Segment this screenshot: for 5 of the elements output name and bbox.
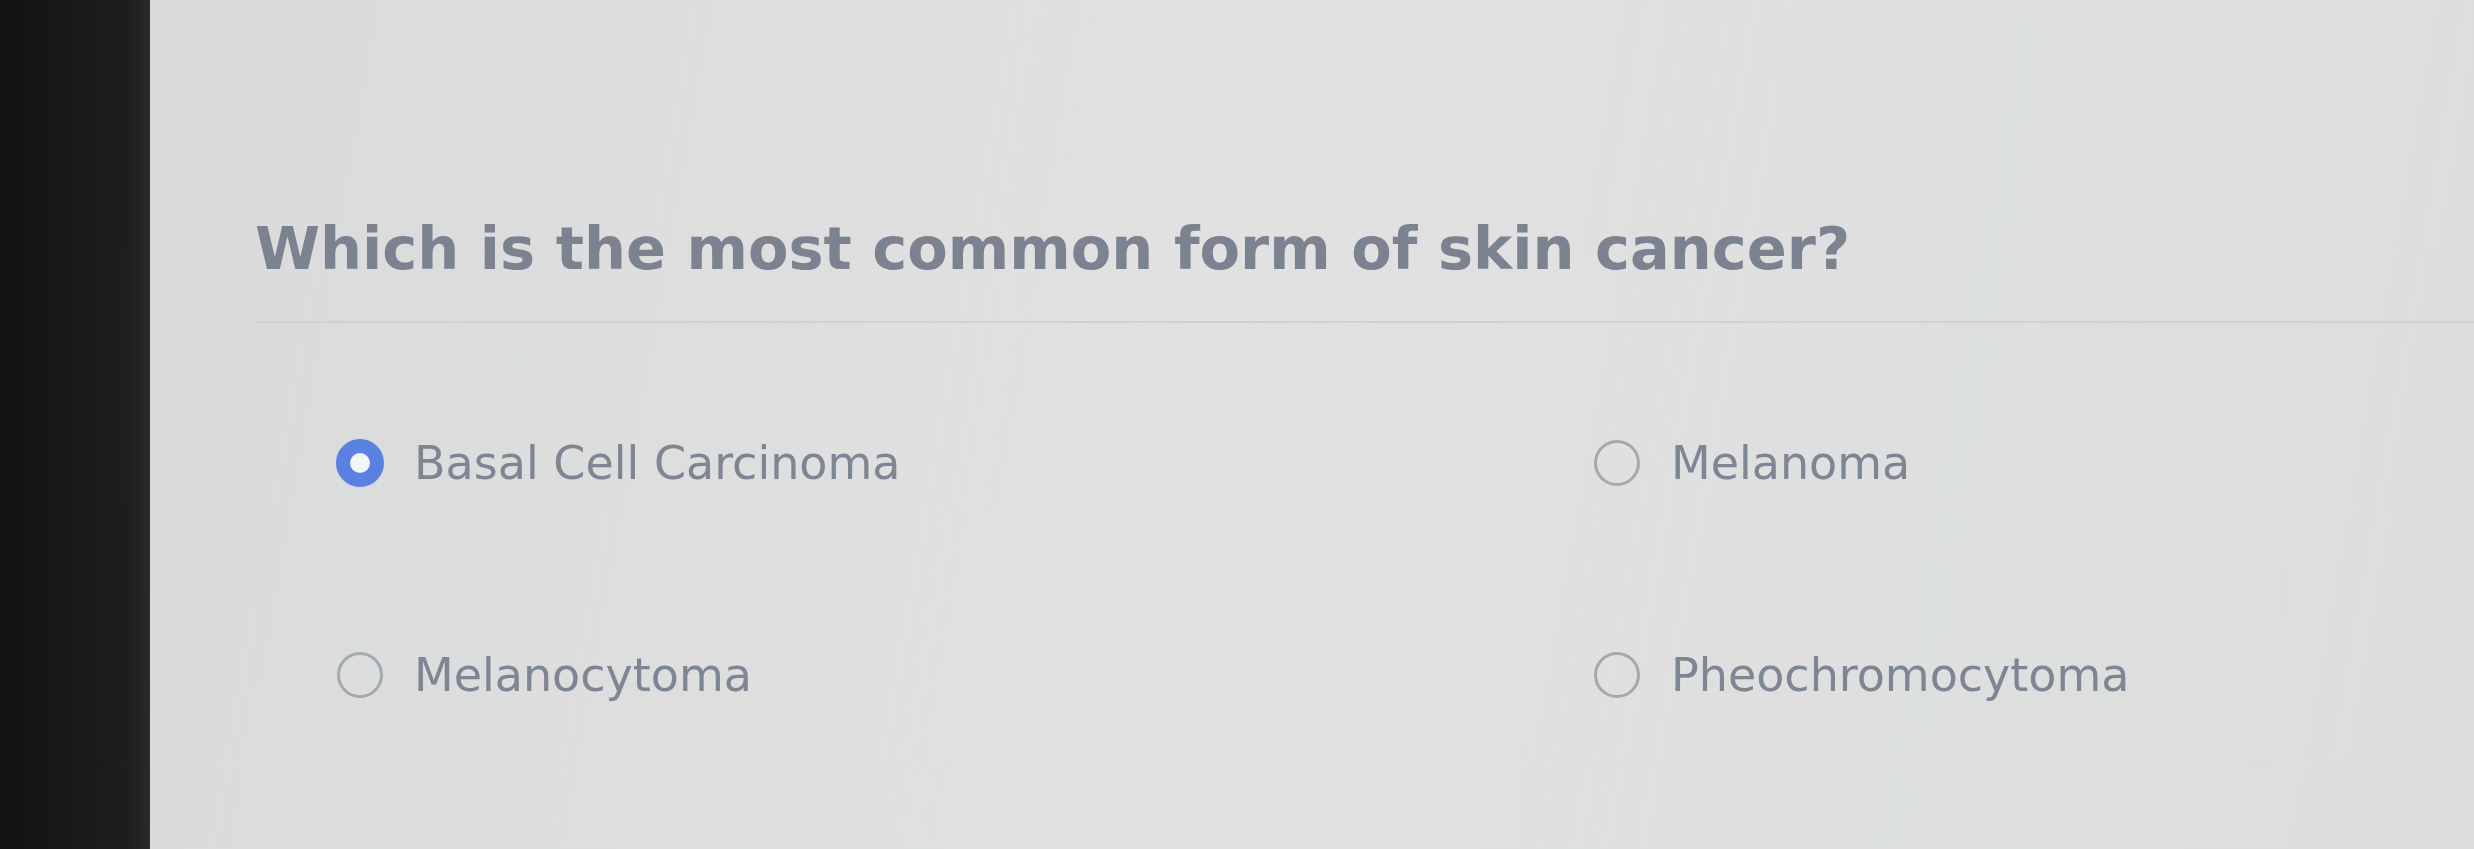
answer-option[interactable]: Melanoma [1593, 430, 1911, 495]
question-text: Which is the most common form of skin cancer? [255, 214, 1851, 285]
answer-option[interactable]: Melanocytoma [336, 642, 752, 707]
answer-option[interactable]: Basal Cell Carcinoma [336, 430, 901, 495]
answer-option[interactable]: Pheochromocytoma [1593, 642, 2130, 707]
